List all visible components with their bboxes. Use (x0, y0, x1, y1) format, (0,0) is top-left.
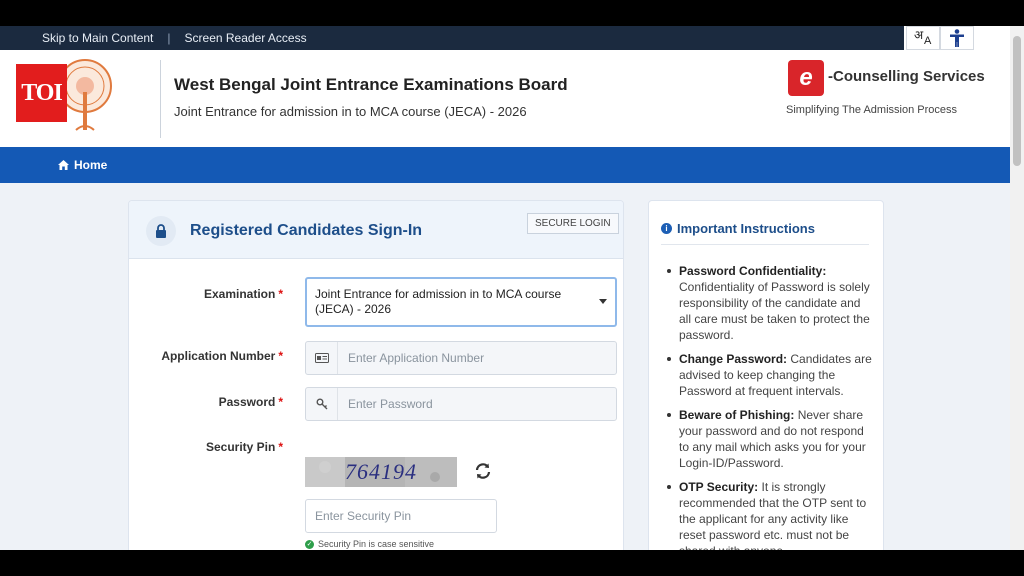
nav-home-label: Home (74, 158, 108, 172)
application-number-label: Application Number * (149, 349, 283, 363)
nav-home-link[interactable]: Home (58, 158, 107, 172)
security-pin-hint-text: Security Pin is case sensitive (318, 539, 435, 549)
scrollbar-thumb[interactable] (1013, 36, 1021, 166)
browser-viewport: Skip to Main Content | Screen Reader Acc… (0, 26, 1010, 550)
accessibility-person-icon (950, 29, 964, 47)
sign-in-title: Registered Candidates Sign-In (190, 222, 423, 239)
required-star: * (278, 287, 283, 301)
security-pin-input[interactable] (305, 499, 497, 533)
instruction-item: Password Confidentiality: Confidentialit… (667, 263, 875, 343)
site-header: TOI West Bengal Joint Entrance Examinati… (0, 50, 1010, 147)
e-counselling-title: -Counselling Services (828, 68, 985, 85)
captcha-text: 764194 (345, 459, 417, 484)
instruction-item: Beware of Phishing: Never share your pas… (667, 407, 875, 471)
id-card-icon (306, 342, 338, 374)
secure-login-badge: SECURE LOGIN (527, 213, 619, 234)
utility-separator: | (167, 31, 171, 45)
instruction-heading: Password Confidentiality: (679, 264, 827, 278)
key-icon (306, 388, 338, 420)
language-icon: अ A (912, 28, 934, 48)
password-label-text: Password (218, 395, 276, 409)
check-circle-icon: ✓ (305, 539, 314, 549)
instructions-heading: i Important Instructions (661, 221, 815, 236)
info-icon: i (661, 223, 672, 234)
instructions-list: Password Confidentiality: Confidentialit… (667, 263, 875, 550)
main-nav: Home (0, 147, 1010, 183)
examination-select[interactable]: Joint Entrance for admission in to MCA c… (305, 277, 617, 327)
instructions-divider (661, 244, 869, 245)
sign-in-card: Registered Candidates Sign-In SECURE LOG… (128, 200, 624, 550)
screen-bottom-bezel (0, 550, 1024, 576)
language-toggle-button[interactable]: अ A (906, 26, 940, 50)
instruction-item: Change Password: Candidates are advised … (667, 351, 875, 399)
screen-reader-link[interactable]: Screen Reader Access (185, 31, 307, 45)
security-pin-hint: ✓ Security Pin is case sensitive (305, 539, 434, 549)
examination-selected-value: Joint Entrance for admission in to MCA c… (315, 287, 562, 316)
accessibility-button[interactable] (940, 26, 974, 50)
header-divider (160, 60, 161, 138)
language-glyph-hindi: अ (914, 28, 924, 42)
board-title: West Bengal Joint Entrance Examinations … (174, 75, 568, 94)
required-star: * (278, 349, 283, 363)
refresh-icon (475, 463, 491, 479)
security-pin-label-text: Security Pin (205, 440, 276, 454)
lock-badge (146, 216, 176, 246)
examination-label: Examination * (169, 287, 283, 301)
utility-links: Skip to Main Content | Screen Reader Acc… (0, 26, 904, 50)
utility-bar: Skip to Main Content | Screen Reader Acc… (0, 26, 1010, 50)
examination-label-text: Examination (203, 287, 276, 301)
language-glyph-english: A (924, 35, 932, 47)
captcha-image: 764194 (305, 457, 457, 487)
chevron-down-icon (599, 299, 607, 304)
sign-in-card-header: Registered Candidates Sign-In SECURE LOG… (129, 201, 623, 259)
refresh-captcha-button[interactable] (472, 460, 494, 482)
instruction-heading: Change Password: (679, 352, 788, 366)
toi-watermark: TOI (16, 64, 67, 122)
instruction-heading: OTP Security: (679, 480, 759, 494)
e-counselling-logo-icon: e (788, 60, 824, 96)
skip-to-main-link[interactable]: Skip to Main Content (42, 31, 153, 45)
page-scrollbar[interactable] (1010, 26, 1024, 550)
home-icon (58, 160, 69, 170)
lock-icon (156, 224, 166, 238)
required-star: * (278, 440, 283, 454)
e-counselling-tagline: Simplifying The Admission Process (786, 104, 957, 116)
application-number-group (305, 341, 617, 375)
application-number-label-text: Application Number (161, 349, 276, 363)
instruction-heading: Beware of Phishing: (679, 408, 795, 422)
instruction-item: OTP Security: It is strongly recommended… (667, 479, 875, 550)
required-star: * (278, 395, 283, 409)
course-subtitle: Joint Entrance for admission in to MCA c… (174, 104, 527, 119)
password-group (305, 387, 617, 421)
password-label: Password * (169, 395, 283, 409)
application-number-input[interactable] (338, 342, 616, 374)
security-pin-label: Security Pin * (169, 440, 283, 454)
instructions-panel: i Important Instructions Password Confid… (648, 200, 884, 550)
instructions-title: Important Instructions (677, 221, 815, 236)
password-input[interactable] (338, 388, 616, 420)
instruction-text: Confidentiality of Password is solely re… (679, 280, 870, 342)
